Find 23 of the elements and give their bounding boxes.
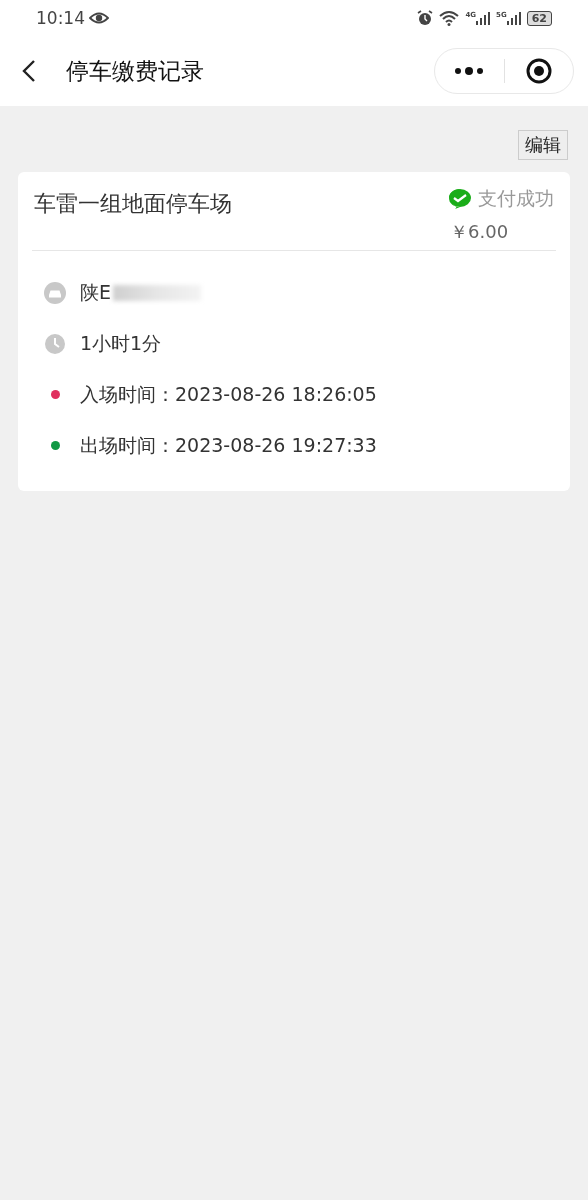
chat-bubble-check-icon (448, 188, 472, 210)
target-icon (525, 58, 552, 84)
car-icon (44, 281, 66, 304)
payment-status: 支付成功 (478, 186, 554, 211)
time-text: 入场时间：2023-08-26 18:26:05 (80, 381, 377, 407)
payment-amount: ￥6.00 (449, 220, 509, 244)
back-button[interactable] (22, 59, 36, 83)
plate-number: 陕E (80, 279, 111, 305)
time-text: 出场时间：2023-08-26 19:27:33 (80, 432, 377, 458)
eye-icon (89, 11, 109, 25)
wifi-icon (439, 10, 460, 26)
clock-icon (45, 333, 65, 354)
parking-duration: 1小时1分 (80, 330, 162, 356)
page-title: 停车缴费记录 (66, 56, 205, 86)
parking-lot-name: 车雷一组地面停车场 (34, 190, 232, 218)
edit-button[interactable]: 编辑 (518, 130, 568, 160)
signal-icon (506, 11, 521, 25)
alarm-icon (417, 10, 434, 26)
battery-indicator: 62 (526, 10, 552, 26)
chevron-left-icon (22, 59, 36, 83)
clock-time: 10:14 (36, 8, 85, 28)
more-icon (454, 66, 485, 76)
signal-icon (476, 11, 491, 25)
